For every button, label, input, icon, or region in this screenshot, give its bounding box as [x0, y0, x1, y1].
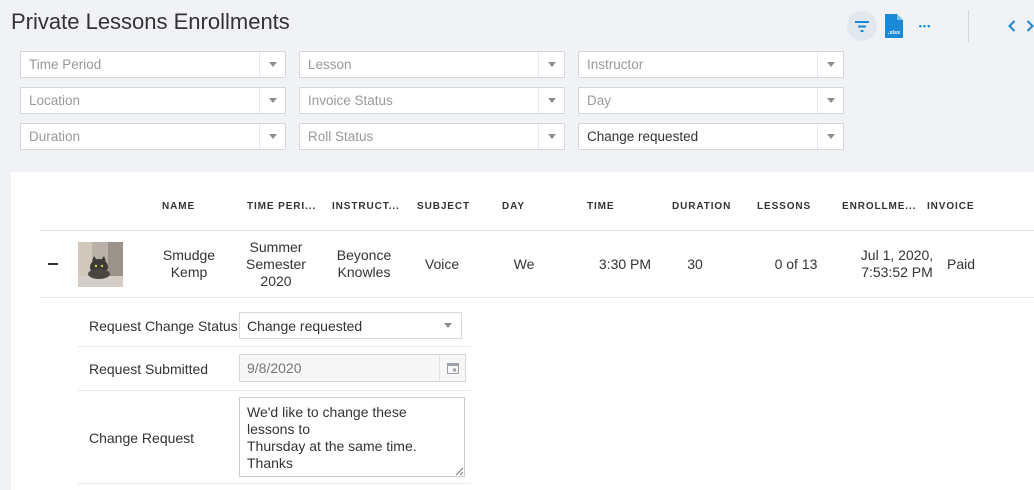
- more-icon: •••: [918, 21, 932, 31]
- collapse-row-icon[interactable]: [48, 263, 58, 265]
- filter-value: Change requested: [587, 129, 699, 144]
- column-header-name[interactable]: NAME: [162, 201, 195, 212]
- chevron-down-icon: [538, 88, 564, 113]
- request-submitted-value: 9/8/2020: [247, 360, 302, 376]
- resize-grip-icon[interactable]: [455, 467, 464, 476]
- chevron-down-icon: [259, 124, 285, 149]
- detail-divider: [78, 346, 471, 347]
- detail-divider: [78, 483, 471, 484]
- chevron-down-icon: [259, 88, 285, 113]
- status-select-value: Change requested: [247, 317, 363, 334]
- change-request-label: Change Request: [89, 430, 195, 446]
- header-divider: [39, 230, 1034, 231]
- chevron-down-icon: [538, 52, 564, 77]
- column-header-time-period[interactable]: TIME PERI...: [247, 201, 316, 212]
- cell-time: 3:30 PM: [598, 256, 652, 272]
- filter-icon: [855, 20, 869, 32]
- duration-filter[interactable]: Duration: [20, 123, 286, 150]
- enrollments-panel: NAME TIME PERI... INSTRUCT... SUBJECT DA…: [11, 172, 1034, 490]
- filter-button[interactable]: [847, 11, 877, 41]
- day-filter[interactable]: Day: [578, 87, 844, 114]
- cell-subject: Voice: [424, 256, 460, 272]
- export-xlsx-button[interactable]: .xlsx: [883, 13, 905, 39]
- filter-placeholder: Day: [587, 93, 612, 108]
- more-options-button[interactable]: •••: [914, 14, 936, 38]
- detail-divider: [78, 390, 471, 391]
- page-title: Private Lessons Enrollments: [11, 9, 290, 34]
- cell-lessons: 0 of 13: [774, 256, 818, 272]
- lesson-filter[interactable]: Lesson: [299, 51, 565, 78]
- column-header-invoice[interactable]: INVOICE: [927, 201, 974, 212]
- request-change-status-label: Request Change Status: [89, 318, 238, 334]
- column-header-time[interactable]: TIME: [587, 201, 615, 212]
- chevron-down-icon: [817, 88, 843, 113]
- column-header-instructor[interactable]: INSTRUCT...: [332, 201, 400, 212]
- xlsx-file-icon: .xlsx: [885, 14, 903, 38]
- column-header-duration[interactable]: DURATION: [672, 201, 731, 212]
- change-request-filter[interactable]: Change requested: [578, 123, 844, 150]
- cell-day: We: [513, 256, 535, 272]
- time-period-filter[interactable]: Time Period: [20, 51, 286, 78]
- cell-enrollment-date: Jul 1, 2020, 7:53:52 PM: [860, 247, 934, 280]
- cell-invoice: Paid: [947, 256, 976, 272]
- chevron-right-icon: [1026, 20, 1034, 32]
- location-filter[interactable]: Location: [20, 87, 286, 114]
- column-header-enrollment[interactable]: ENROLLME...: [842, 201, 916, 212]
- column-header-lessons[interactable]: LESSONS: [757, 201, 811, 212]
- request-submitted-label: Request Submitted: [89, 361, 209, 377]
- chevron-down-icon: [817, 124, 843, 149]
- change-request-textarea[interactable]: We'd like to change these lessons to Thu…: [239, 397, 465, 477]
- filter-placeholder: Location: [29, 93, 81, 108]
- filter-placeholder: Instructor: [587, 57, 644, 72]
- filter-placeholder: Roll Status: [308, 129, 374, 144]
- filter-placeholder: Lesson: [308, 57, 352, 72]
- roll-status-filter[interactable]: Roll Status: [299, 123, 565, 150]
- svg-text:.xlsx: .xlsx: [888, 30, 901, 36]
- row-divider: [39, 297, 1034, 298]
- instructor-filter[interactable]: Instructor: [578, 51, 844, 78]
- cell-name: Smudge Kemp: [162, 247, 216, 280]
- toolbar-divider: [968, 10, 969, 42]
- student-avatar: [78, 242, 123, 287]
- cell-duration: 30: [687, 256, 703, 272]
- cell-time-period: Summer Semester 2020: [246, 239, 306, 289]
- chevron-left-icon: [1008, 20, 1016, 32]
- chevron-down-icon: [259, 52, 285, 77]
- filter-placeholder: Time Period: [29, 57, 102, 72]
- column-header-day[interactable]: DAY: [502, 201, 525, 212]
- cell-instructor: Beyonce Knowles: [336, 247, 392, 280]
- calendar-icon: [439, 355, 465, 381]
- collapse-left-button[interactable]: [1003, 14, 1021, 38]
- expand-right-button[interactable]: [1026, 14, 1034, 38]
- request-change-status-select[interactable]: Change requested: [239, 312, 462, 339]
- chevron-down-icon: [435, 313, 461, 338]
- chevron-down-icon: [817, 52, 843, 77]
- filter-placeholder: Duration: [29, 129, 81, 144]
- filter-placeholder: Invoice Status: [308, 93, 393, 108]
- column-header-subject[interactable]: SUBJECT: [417, 201, 470, 212]
- chevron-down-icon: [538, 124, 564, 149]
- request-submitted-field: 9/8/2020: [239, 354, 466, 382]
- invoice-status-filter[interactable]: Invoice Status: [299, 87, 565, 114]
